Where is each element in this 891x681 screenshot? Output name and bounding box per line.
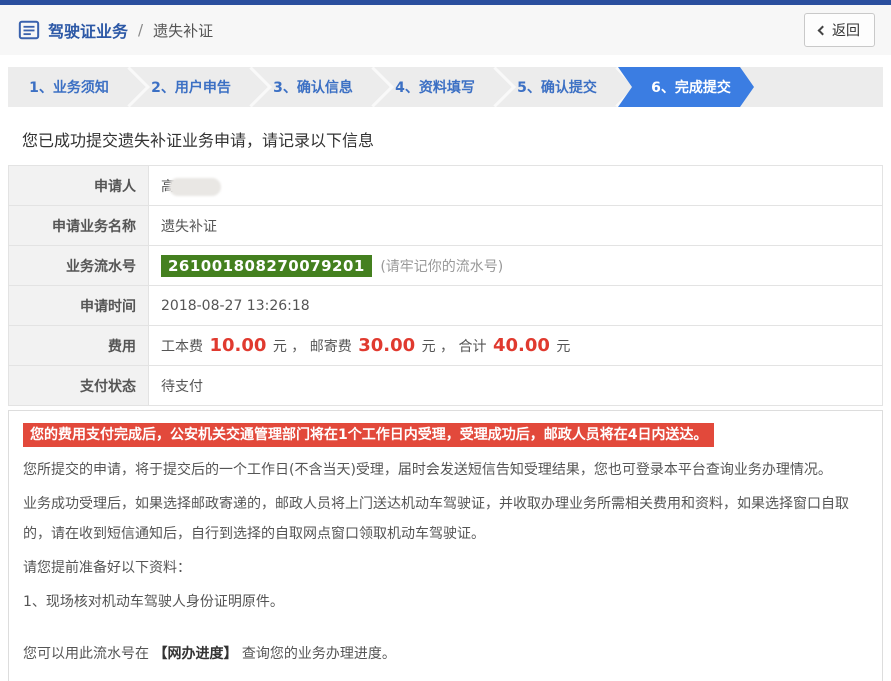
step-progress-bar: 1、业务须知 2、用户申告 3、确认信息 4、资料填写 5、确认提交 6、完成提… xyxy=(8,67,883,107)
progress-prefix: 您可以用此流水号在 xyxy=(23,646,149,662)
fee-amount-postage: 30.00 xyxy=(358,335,415,356)
serial-value: 261001808270079201 (请牢记你的流水号) xyxy=(149,246,883,286)
notice-paragraph-1: 您所提交的申请，将于提交后的一个工作日(不含当天)受理，届时会发送短信告知受理结… xyxy=(23,455,868,485)
step-6-complete-submit: 6、完成提交 xyxy=(618,67,754,107)
fee-label: 费用 xyxy=(9,326,149,366)
table-row-fee: 费用 工本费 10.00 元 ， 邮寄费 30.00 元 ， 合计 40.00 … xyxy=(9,326,883,366)
fee-part1: 工本费 xyxy=(161,339,203,355)
fee-amount-cost: 10.00 xyxy=(209,335,266,356)
step-5-confirm-submit: 5、确认提交 xyxy=(496,67,618,107)
business-name-label: 申请业务名称 xyxy=(9,206,149,246)
breadcrumb-current: 遗失补证 xyxy=(153,20,213,41)
alert-banner: 您的费用支付完成后，公安机关交通管理部门将在1个工作日内受理，受理成功后，邮政人… xyxy=(23,423,714,447)
table-row-pay-status: 支付状态 待支付 xyxy=(9,366,883,406)
fee-amount-total: 40.00 xyxy=(493,335,550,356)
notice-paragraph-3: 请您提前准备好以下资料： xyxy=(23,553,868,583)
redacted-name xyxy=(169,178,221,196)
back-button-top[interactable]: 返回 xyxy=(804,13,875,47)
serial-label: 业务流水号 xyxy=(9,246,149,286)
applicant-value: 高 xyxy=(149,166,883,206)
pay-status-label: 支付状态 xyxy=(9,366,149,406)
pay-status-value: 待支付 xyxy=(149,366,883,406)
list-icon xyxy=(18,19,40,41)
back-button-label: 返回 xyxy=(832,20,860,40)
apply-time-value: 2018-08-27 13:26:18 xyxy=(149,286,883,326)
fee-value: 工本费 10.00 元 ， 邮寄费 30.00 元 ， 合计 40.00 元 xyxy=(149,326,883,366)
page-title: 驾驶证业务 xyxy=(48,18,128,42)
applicant-label: 申请人 xyxy=(9,166,149,206)
fee-part4: 元 xyxy=(556,339,570,355)
application-info-table: 申请人 高 申请业务名称 遗失补证 业务流水号 2610018082700792… xyxy=(8,165,883,406)
progress-hint-line: 您可以用此流水号在 【网办进度】 查询您的业务办理进度。 xyxy=(23,639,868,669)
step-bar-tail xyxy=(754,67,883,107)
chevron-left-icon xyxy=(818,26,828,36)
notice-box: 您的费用支付完成后，公安机关交通管理部门将在1个工作日内受理，受理成功后，邮政人… xyxy=(8,410,883,681)
table-row-business-name: 申请业务名称 遗失补证 xyxy=(9,206,883,246)
progress-suffix: 查询您的业务办理进度。 xyxy=(242,646,396,662)
serial-hint: (请牢记你的流水号) xyxy=(380,259,503,275)
step-3-confirm-info: 3、确认信息 xyxy=(252,67,374,107)
step-1-business-notice: 1、业务须知 xyxy=(8,67,130,107)
fee-part2: 元 ， 邮寄费 xyxy=(273,339,352,355)
serial-number-badge: 261001808270079201 xyxy=(161,255,372,277)
table-row-applicant: 申请人 高 xyxy=(9,166,883,206)
table-row-apply-time: 申请时间 2018-08-27 13:26:18 xyxy=(9,286,883,326)
fee-part3: 元 ， 合计 xyxy=(422,339,487,355)
apply-time-label: 申请时间 xyxy=(9,286,149,326)
notice-paragraph-4: 1、现场核对机动车驾驶人身份证明原件。 xyxy=(23,587,868,617)
breadcrumb-separator: / xyxy=(138,21,143,39)
step-4-fill-materials: 4、资料填写 xyxy=(374,67,496,107)
step-2-user-declaration: 2、用户申告 xyxy=(130,67,252,107)
breadcrumb: 驾驶证业务 / 遗失补证 xyxy=(18,18,213,42)
business-name-value: 遗失补证 xyxy=(149,206,883,246)
page-header: 驾驶证业务 / 遗失补证 返回 xyxy=(0,5,891,55)
success-message: 您已成功提交遗失补证业务申请，请记录以下信息 xyxy=(22,127,883,151)
notice-paragraph-2: 业务成功受理后，如果选择邮政寄递的，邮政人员将上门送达机动车驾驶证，并收取办理业… xyxy=(23,489,868,549)
table-row-serial: 业务流水号 261001808270079201 (请牢记你的流水号) xyxy=(9,246,883,286)
progress-link: 【网办进度】 xyxy=(153,646,237,662)
